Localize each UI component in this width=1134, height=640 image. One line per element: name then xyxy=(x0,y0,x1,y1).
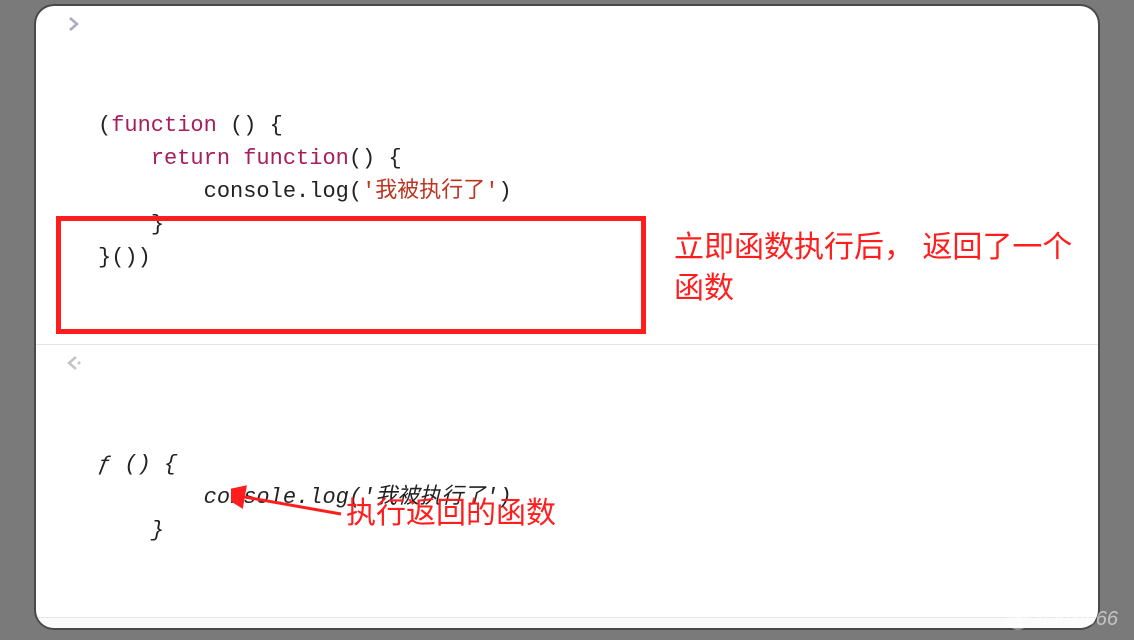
watermark-text: xiaoxi666 xyxy=(1033,604,1118,634)
watermark: ✦ xiaoxi666 xyxy=(1007,604,1118,634)
code-block: (function () { return function() { conso… xyxy=(98,109,1098,274)
console-input-entry[interactable]: (function () { return function() { conso… xyxy=(36,618,1098,628)
input-chevron-icon xyxy=(66,14,82,34)
wechat-icon: ✦ xyxy=(1007,608,1029,630)
output-chevron-icon xyxy=(66,353,82,373)
console-output-entry[interactable]: ƒ () { console.log('我被执行了') } xyxy=(36,345,1098,618)
input-chevron-icon xyxy=(66,626,82,628)
code-block: ƒ () { console.log('我被执行了') } xyxy=(98,448,1098,547)
devtools-console[interactable]: (function () { return function() { conso… xyxy=(36,6,1098,628)
console-input-entry[interactable]: (function () { return function() { conso… xyxy=(36,6,1098,345)
